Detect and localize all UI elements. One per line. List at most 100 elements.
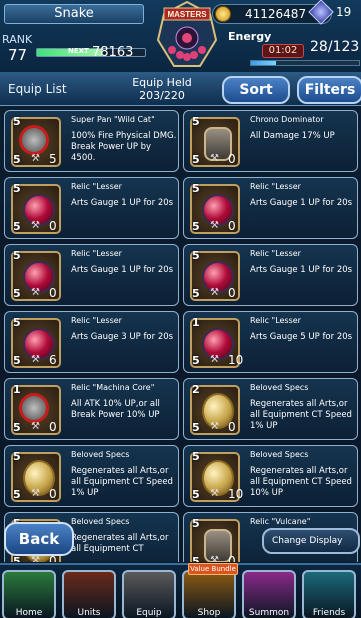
equip-card[interactable]: 5 5 ⚒ 0 Beloved Specs Regenerates all Arts,or…: [4, 445, 179, 507]
equip-list-screen: Snake RANK 77 NEXT 78163 MASTERS 4112648…: [0, 0, 361, 618]
equip-card[interactable]: 5 5 ⚒ 5 Super Pan "Wild Cat" 100% Fire Physic…: [4, 110, 179, 172]
nav-label: Summon: [248, 608, 290, 618]
rarity-badge: 2: [192, 383, 200, 396]
wrench-icon: ⚒: [31, 421, 40, 432]
equip-card[interactable]: 5 5 ⚒ 0 Relic "Lesser Arts Gauge 1 UP for 20s: [183, 177, 358, 239]
equip-thumbnail: 1 5 ⚒ 0: [9, 383, 65, 437]
level-badge: 5: [192, 354, 200, 367]
filters-button[interactable]: Filters: [297, 76, 361, 104]
nav-item-summon[interactable]: Summon: [242, 570, 296, 618]
equip-title: Super Pan "Wild Cat": [71, 115, 155, 124]
equip-card[interactable]: 1 5 ⚒ 0 Relic "Machina Core" All ATK 10% UP,o…: [4, 378, 179, 440]
rarity-badge: 5: [192, 517, 200, 530]
equip-title: Relic "Machina Core": [71, 383, 155, 392]
player-name[interactable]: Snake: [4, 4, 144, 24]
equip-title: Relic "Lesser: [250, 182, 301, 191]
equip-grid: 5 5 ⚒ 5 Super Pan "Wild Cat" 100% Fire Physic…: [4, 110, 361, 562]
upgrade-count: 0: [228, 219, 236, 233]
rarity-badge: 5: [13, 182, 21, 195]
wrench-icon: ⚒: [210, 220, 219, 231]
wrench-icon: ⚒: [31, 220, 40, 231]
energy-timer: 01:02: [262, 44, 304, 58]
equip-description: Regenerates all Arts,or all Equipment CT…: [250, 466, 352, 498]
next-label: NEXT: [68, 47, 89, 55]
upgrade-count: 0: [228, 554, 236, 562]
equip-description: 100% Fire Physical DMG. Break Power UP b…: [71, 131, 177, 163]
equip-card[interactable]: 5 5 ⚒ 6 Relic "Lesser Arts Gauge 3 UP for 20s: [4, 311, 179, 373]
wrench-icon: ⚒: [31, 287, 40, 298]
level-badge: 5: [192, 555, 200, 562]
rarity-badge: 5: [13, 316, 21, 329]
wrench-icon: ⚒: [31, 488, 40, 499]
energy-fill: [251, 61, 276, 65]
nav-item-friends[interactable]: Friends: [302, 570, 356, 618]
equip-thumbnail: 1 5 ⚒ 10: [188, 316, 244, 370]
nav-item-home[interactable]: Home: [2, 570, 56, 618]
nav-label: Friends: [312, 608, 346, 618]
equip-title: Relic "Lesser: [71, 249, 122, 258]
upgrade-count: 0: [49, 286, 57, 300]
rarity-badge: 1: [13, 383, 21, 396]
equip-description: Arts Gauge 1 UP for 20s: [71, 265, 174, 275]
back-button[interactable]: Back: [4, 522, 74, 556]
nav-item-equip[interactable]: Equip: [122, 570, 176, 618]
equip-description: Arts Gauge 1 UP for 20s: [250, 198, 353, 208]
upgrade-count: 0: [228, 420, 236, 434]
nav-item-units[interactable]: Units: [62, 570, 116, 618]
gil-coin-icon: [215, 6, 231, 22]
equip-title: Relic "Lesser: [71, 182, 122, 191]
nav-label: Units: [77, 608, 101, 618]
nav-item-shop[interactable]: Shop: [182, 570, 236, 618]
equip-card[interactable]: 5 5 ⚒ 0 Relic "Lesser Arts Gauge 1 UP for 20s: [4, 244, 179, 306]
upgrade-count: 0: [228, 152, 236, 166]
wrench-icon: ⚒: [210, 354, 219, 365]
equip-title: Beloved Specs: [250, 383, 309, 392]
level-badge: 5: [13, 153, 21, 166]
wrench-icon: ⚒: [31, 354, 40, 365]
rank-value: 77: [8, 46, 28, 64]
equip-card[interactable]: 5 5 ⚒ 0 Relic "Lesser Arts Gauge 1 UP for 20s: [4, 177, 179, 239]
equip-description: Regenerates all Arts,or all Equipment CT…: [71, 466, 173, 498]
equip-thumbnail: 5 5 ⚒ 0: [9, 450, 65, 504]
level-badge: 5: [192, 421, 200, 434]
energy-label: Energy: [228, 30, 272, 43]
wrench-icon: ⚒: [210, 421, 219, 432]
equip-title: Relic "Lesser: [250, 316, 301, 325]
equip-description: Arts Gauge 1 UP for 20s: [71, 198, 174, 208]
level-badge: 5: [192, 153, 200, 166]
equip-title: Relic "Lesser: [71, 316, 122, 325]
equip-held: Equip Held 203/220: [104, 76, 220, 104]
nav-label: Shop: [197, 608, 221, 618]
equip-description: Arts Gauge 5 UP for 20s: [250, 332, 353, 342]
level-badge: 5: [13, 287, 21, 300]
svg-text:MASTERS: MASTERS: [167, 10, 207, 19]
level-badge: 5: [192, 220, 200, 233]
equip-card[interactable]: 1 5 ⚒ 10 Relic "Lesser Arts Gauge 5 UP for 20…: [183, 311, 358, 373]
upgrade-count: 5: [49, 152, 57, 166]
equip-title: Beloved Specs: [71, 517, 130, 526]
rank-label: RANK: [2, 33, 33, 46]
upgrade-count: 10: [228, 487, 244, 501]
equip-description: Regenerates all Arts,or all Equipment CT: [71, 533, 169, 554]
equip-thumbnail: 5 5 ⚒ 0: [9, 182, 65, 236]
equip-thumbnail: 5 5 ⚒ 0: [9, 249, 65, 303]
player-header: Snake RANK 77 NEXT 78163 MASTERS 4112648…: [0, 0, 361, 74]
level-badge: 5: [192, 287, 200, 300]
level-badge: 5: [13, 421, 21, 434]
equip-card[interactable]: 5 5 ⚒ 10 Beloved Specs Regenerates all Arts,o…: [183, 445, 358, 507]
equip-card[interactable]: 5 5 ⚒ 0 Chrono Dominator All Damage 17% UP: [183, 110, 358, 172]
sort-button[interactable]: Sort: [222, 76, 290, 104]
upgrade-count: 0: [49, 219, 57, 233]
equip-title: Beloved Specs: [71, 450, 130, 459]
equip-thumbnail: 5 5 ⚒ 0: [188, 115, 244, 169]
upgrade-count: 10: [228, 353, 244, 367]
equip-title: Chrono Dominator: [250, 115, 324, 124]
change-display-button[interactable]: Change Display: [262, 528, 360, 554]
nav-label: Home: [15, 608, 43, 618]
equip-card[interactable]: 2 5 ⚒ 0 Beloved Specs Regenerates all Arts,or…: [183, 378, 358, 440]
upgrade-count: 0: [49, 487, 57, 501]
equip-card[interactable]: 5 5 ⚒ 0 Relic "Lesser Arts Gauge 1 UP for 20s: [183, 244, 358, 306]
equip-thumbnail: 5 5 ⚒ 0: [188, 517, 244, 562]
upgrade-count: 0: [228, 286, 236, 300]
wrench-icon: ⚒: [210, 287, 219, 298]
